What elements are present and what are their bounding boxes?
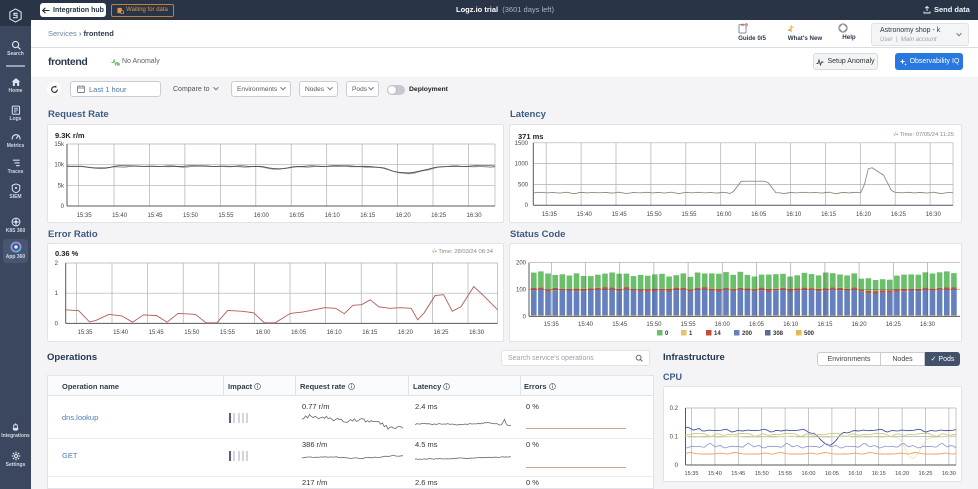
svg-text:1: 1 [689, 331, 693, 337]
svg-text:16:05: 16:05 [289, 213, 305, 219]
svg-text:15:35: 15:35 [544, 322, 560, 328]
svg-text:16:00: 16:00 [802, 471, 816, 477]
svg-text:16:05: 16:05 [291, 330, 307, 336]
svg-text:16:15: 16:15 [360, 213, 376, 219]
svg-text:200: 200 [516, 261, 527, 267]
svg-text:5k: 5k [58, 183, 65, 189]
svg-text:15:55: 15:55 [681, 322, 697, 328]
svg-text:0.1: 0.1 [670, 435, 679, 441]
svg-text:15:50: 15:50 [755, 471, 769, 477]
svg-text:15:35: 15:35 [77, 330, 93, 336]
svg-text:0: 0 [665, 331, 669, 337]
svg-text:14: 14 [714, 331, 721, 337]
svg-text:16:00: 16:00 [255, 330, 271, 336]
svg-text:0: 0 [525, 203, 529, 209]
svg-text:0.2: 0.2 [670, 406, 679, 412]
svg-text:15:55: 15:55 [218, 213, 234, 219]
svg-text:0: 0 [55, 321, 59, 327]
svg-text:0: 0 [61, 204, 65, 210]
svg-text:16:15: 16:15 [362, 330, 378, 336]
svg-text:16:20: 16:20 [895, 471, 909, 477]
svg-text:15:50: 15:50 [184, 330, 200, 336]
svg-text:15:40: 15:40 [708, 471, 722, 477]
svg-text:15:40: 15:40 [112, 213, 128, 219]
svg-text:16:00: 16:00 [715, 322, 731, 328]
svg-text:16:00: 16:00 [254, 213, 270, 219]
svg-text:500: 500 [518, 182, 529, 188]
svg-text:16:25: 16:25 [433, 330, 449, 336]
svg-text:15:55: 15:55 [681, 212, 697, 218]
svg-text:1000: 1000 [515, 162, 529, 168]
svg-text:16:15: 16:15 [872, 471, 886, 477]
svg-text:16:15: 16:15 [817, 322, 833, 328]
svg-text:15:45: 15:45 [612, 212, 628, 218]
svg-text:16:10: 16:10 [783, 322, 799, 328]
svg-text:16:00: 16:00 [716, 212, 732, 218]
svg-text:15:35: 15:35 [77, 213, 93, 219]
svg-text:16:30: 16:30 [926, 212, 942, 218]
svg-text:16:25: 16:25 [919, 471, 933, 477]
svg-text:2: 2 [55, 261, 59, 267]
svg-text:16:30: 16:30 [467, 213, 483, 219]
svg-text:200: 200 [742, 331, 753, 337]
svg-text:16:10: 16:10 [327, 330, 343, 336]
svg-text:16:10: 16:10 [325, 213, 341, 219]
svg-text:16:20: 16:20 [852, 322, 868, 328]
svg-text:15k: 15k [54, 142, 65, 148]
svg-text:500: 500 [804, 331, 815, 337]
svg-text:15:50: 15:50 [647, 212, 663, 218]
svg-text:16:30: 16:30 [469, 330, 485, 336]
svg-text:16:05: 16:05 [749, 322, 765, 328]
svg-text:16:25: 16:25 [431, 213, 447, 219]
svg-text:100: 100 [516, 288, 527, 294]
svg-text:15:40: 15:40 [113, 330, 129, 336]
svg-text:10k: 10k [54, 163, 65, 169]
svg-text:15:45: 15:45 [149, 330, 165, 336]
svg-text:15:45: 15:45 [612, 322, 628, 328]
svg-text:16:20: 16:20 [396, 213, 412, 219]
svg-text:16:20: 16:20 [856, 212, 872, 218]
svg-text:16:25: 16:25 [886, 322, 902, 328]
svg-text:15:50: 15:50 [183, 213, 199, 219]
svg-text:308: 308 [773, 331, 784, 337]
svg-text:16:15: 16:15 [821, 212, 837, 218]
svg-text:15:50: 15:50 [646, 322, 662, 328]
svg-text:16:05: 16:05 [751, 212, 767, 218]
svg-text:15:35: 15:35 [685, 471, 699, 477]
svg-text:15:45: 15:45 [731, 471, 745, 477]
svg-text:1: 1 [55, 291, 59, 297]
svg-text:15:40: 15:40 [578, 322, 594, 328]
svg-text:16:05: 16:05 [825, 471, 839, 477]
svg-text:15:55: 15:55 [778, 471, 792, 477]
svg-text:15:35: 15:35 [542, 212, 558, 218]
svg-text:16:30: 16:30 [920, 322, 936, 328]
svg-text:16:10: 16:10 [786, 212, 802, 218]
svg-text:0: 0 [523, 314, 527, 320]
svg-text:0: 0 [675, 463, 679, 469]
svg-text:1500: 1500 [515, 141, 529, 147]
svg-text:16:20: 16:20 [398, 330, 414, 336]
svg-text:15:45: 15:45 [147, 213, 163, 219]
svg-text:16:25: 16:25 [891, 212, 907, 218]
svg-text:16:30: 16:30 [942, 471, 956, 477]
svg-text:15:40: 15:40 [577, 212, 593, 218]
svg-text:16:10: 16:10 [848, 471, 862, 477]
svg-text:15:55: 15:55 [220, 330, 236, 336]
